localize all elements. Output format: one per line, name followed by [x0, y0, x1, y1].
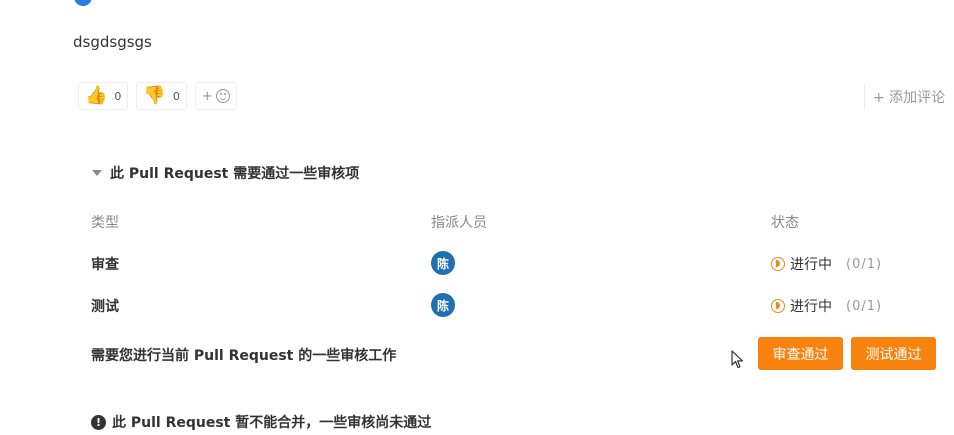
- review-row-status: 进行中 (0/1): [771, 254, 882, 274]
- smiley-icon: [215, 89, 230, 103]
- add-reaction-plus: +: [201, 88, 213, 104]
- column-header-type: 类型: [91, 215, 119, 231]
- review-section-toggle[interactable]: 此 Pull Request 需要通过一些审核项: [92, 163, 359, 183]
- in-progress-icon: [771, 299, 785, 313]
- user-avatar-icon: [74, 0, 92, 6]
- assignee-avatar[interactable]: 陈: [431, 293, 455, 317]
- thumbs-up-button[interactable]: 👍 0: [78, 82, 129, 110]
- review-section-title: 此 Pull Request 需要通过一些审核项: [110, 166, 360, 182]
- thumbs-down-button[interactable]: 👎 0: [136, 82, 187, 110]
- pending-task-text: 需要您进行当前 Pull Request 的一些审核工作: [91, 348, 397, 364]
- status-progress: (0/1): [846, 256, 883, 272]
- status-text: 进行中: [790, 257, 832, 273]
- test-row-type: 测试: [91, 299, 119, 315]
- merge-blocked-warning: ! 此 Pull Request 暂不能合并，一些审核尚未通过: [91, 412, 431, 432]
- merge-blocked-text: 此 Pull Request 暂不能合并，一些审核尚未通过: [112, 415, 432, 431]
- add-reaction-button[interactable]: +: [194, 82, 237, 110]
- caret-down-icon: [92, 170, 102, 176]
- status-progress: (0/1): [846, 298, 883, 314]
- column-header-assignee: 指派人员: [431, 215, 487, 231]
- thumbs-down-icon: 👎: [143, 85, 166, 106]
- column-header-status: 状态: [771, 215, 799, 231]
- reaction-bar: 👍 0 👎 0 +: [78, 82, 237, 110]
- mouse-cursor-icon: [731, 350, 744, 369]
- approve-test-button[interactable]: 测试通过: [851, 337, 936, 370]
- in-progress-icon: [771, 257, 785, 271]
- exclamation-circle-icon: !: [91, 414, 106, 430]
- approve-review-button[interactable]: 审查通过: [758, 337, 843, 370]
- add-comment-button[interactable]: + 添加评论: [864, 84, 953, 110]
- comment-body: dsgdsgsgs: [73, 33, 152, 51]
- pull-request-page: dsgdsgsgs 👍 0 👎 0 + + 添加评论 此 Pull Reques…: [0, 0, 954, 435]
- thumbs-down-count: 0: [172, 89, 180, 103]
- assignee-avatar[interactable]: 陈: [431, 251, 455, 275]
- review-row-type: 审查: [91, 257, 119, 273]
- thumbs-up-icon: 👍: [85, 85, 108, 106]
- test-row-status: 进行中 (0/1): [771, 296, 882, 316]
- status-text: 进行中: [790, 299, 832, 315]
- thumbs-up-count: 0: [114, 89, 122, 103]
